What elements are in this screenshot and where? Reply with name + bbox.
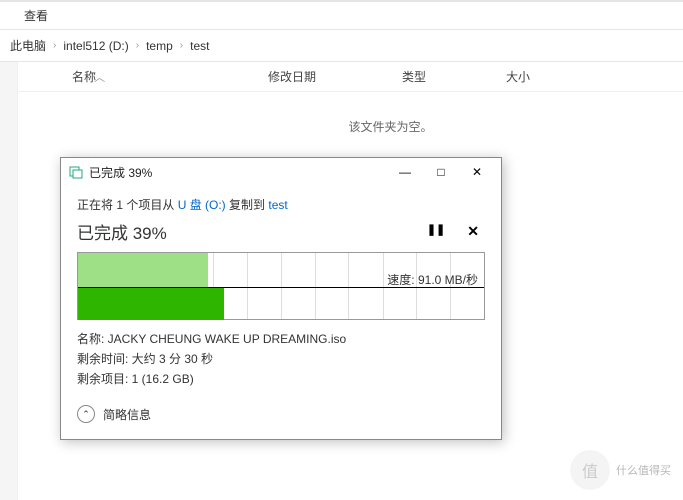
sort-asc-icon: ︿ (91, 72, 105, 84)
speed-chart: 速度: 91.0 MB/秒 (77, 252, 485, 320)
column-header-row: 名称 ︿ 修改日期 类型 大小 (18, 62, 683, 92)
column-size[interactable]: 大小 (506, 68, 586, 85)
dialog-title: 已完成 39% (89, 164, 387, 181)
breadcrumb-bar: 此电脑 › intel512 (D:) › temp › test (0, 30, 683, 62)
chevron-right-icon: › (133, 40, 142, 51)
maximize-button[interactable]: □ (423, 162, 459, 182)
chevron-up-icon: ⌃ (77, 405, 95, 423)
pause-button[interactable]: ❚❚ (427, 223, 445, 240)
sidebar-edge (0, 62, 18, 500)
details-toggle[interactable]: ⌃ 简略信息 (77, 405, 485, 423)
breadcrumb-drive[interactable]: intel512 (D:) (59, 39, 132, 53)
column-type[interactable]: 类型 (402, 68, 506, 85)
breadcrumb-root[interactable]: 此电脑 (6, 37, 50, 54)
watermark-text: 什么值得买 (616, 462, 671, 478)
copy-status-line: 正在将 1 个项目从 U 盘 (O:) 复制到 test (77, 196, 485, 213)
remaining-row: 剩余项目: 1 (16.2 GB) (77, 370, 485, 387)
dialog-titlebar[interactable]: 已完成 39% — □ ✕ (61, 158, 501, 186)
close-button[interactable]: ✕ (459, 162, 495, 182)
chart-fill-top (78, 253, 208, 287)
chevron-right-icon: › (50, 40, 59, 51)
speed-label: 速度: 91.0 MB/秒 (387, 271, 478, 288)
source-link[interactable]: U 盘 (O:) (178, 198, 226, 212)
cancel-button[interactable]: ✕ (467, 223, 479, 240)
eta-row: 剩余时间: 大约 3 分 30 秒 (77, 350, 485, 367)
copy-icon (69, 165, 83, 179)
menu-bar: 查看 (0, 2, 683, 30)
breadcrumb-temp[interactable]: temp (142, 39, 177, 53)
menu-view[interactable]: 查看 (24, 7, 48, 24)
chart-fill-bottom (78, 287, 224, 320)
watermark: 值 什么值得买 (570, 450, 671, 490)
empty-folder-message: 该文件夹为空。 (18, 118, 683, 135)
watermark-logo: 值 (570, 450, 610, 490)
chevron-right-icon: › (177, 40, 186, 51)
file-name-row: 名称: JACKY CHEUNG WAKE UP DREAMING.iso (77, 330, 485, 347)
minimize-button[interactable]: — (387, 162, 423, 182)
copy-dialog: 已完成 39% — □ ✕ 正在将 1 个项目从 U 盘 (O:) 复制到 te… (60, 157, 502, 440)
breadcrumb-test[interactable]: test (186, 39, 213, 53)
dest-link[interactable]: test (268, 198, 287, 212)
column-date[interactable]: 修改日期 (268, 68, 402, 85)
progress-percent: 已完成 39% (77, 219, 167, 244)
